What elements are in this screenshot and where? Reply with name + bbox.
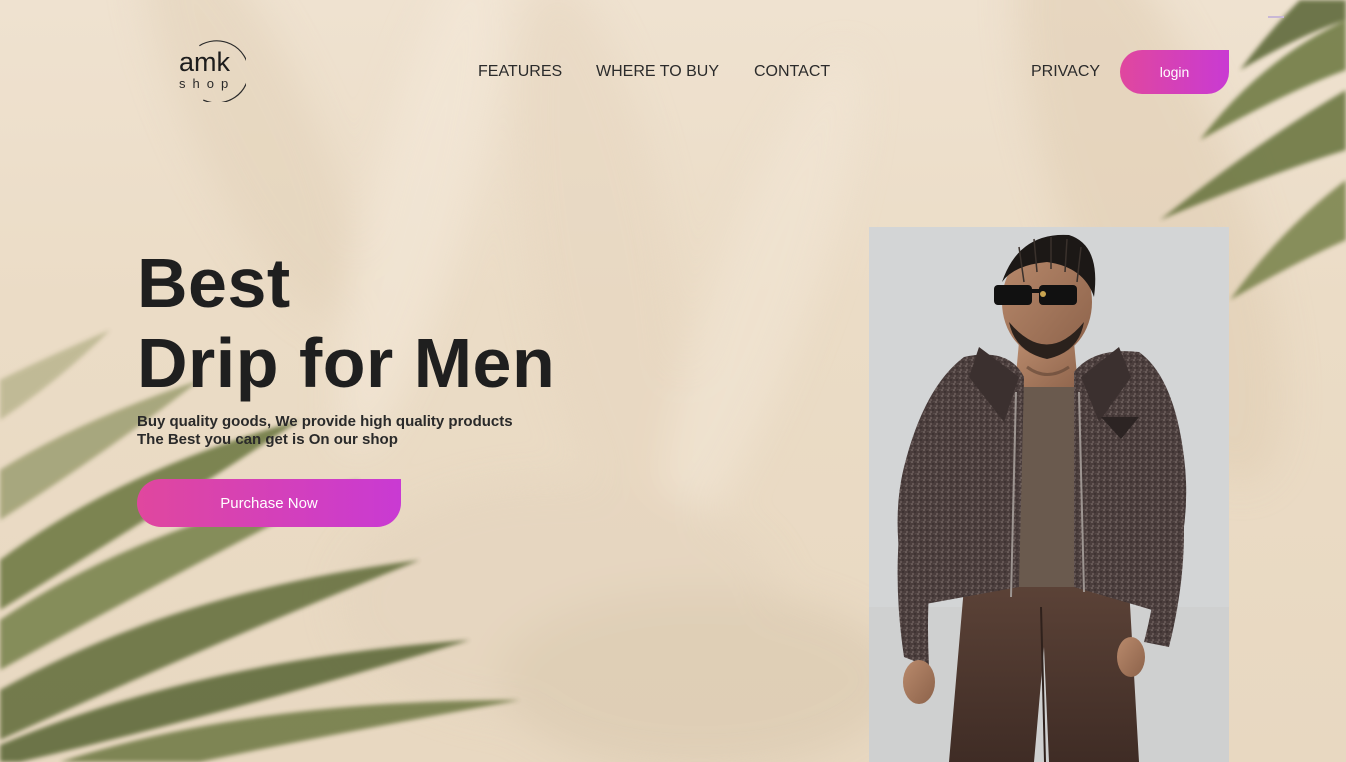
login-button[interactable]: login: [1120, 50, 1229, 94]
site-logo[interactable]: amk shop: [176, 38, 248, 104]
hero-title: Best Drip for Men: [137, 243, 555, 403]
hero-title-line-1: Best: [137, 244, 291, 322]
site-header: amk shop FEATURES WHERE TO BUY CONTACT P…: [0, 0, 1346, 140]
nav-features[interactable]: FEATURES: [478, 62, 562, 82]
hero-title-line-2: Drip for Men: [137, 324, 556, 402]
hero-subtitle-line-2: The Best you can get is On our shop: [137, 431, 398, 448]
purchase-now-button[interactable]: Purchase Now: [137, 479, 401, 527]
logo-title: amk: [179, 47, 231, 77]
nav-contact[interactable]: CONTACT: [754, 62, 830, 82]
nav-where-to-buy[interactable]: WHERE TO BUY: [596, 62, 719, 82]
landing-page: amk shop FEATURES WHERE TO BUY CONTACT P…: [0, 0, 1346, 762]
logo-subtitle: shop: [179, 76, 236, 91]
hero-subtitle-line-1: Buy quality goods, We provide high quali…: [137, 413, 513, 430]
man-in-tweed-jacket-photo: [869, 227, 1229, 762]
hero-subtitle: Buy quality goods, We provide high quali…: [137, 413, 513, 449]
product-illustration: [869, 227, 1229, 762]
nav-privacy[interactable]: PRIVACY: [1031, 62, 1100, 82]
